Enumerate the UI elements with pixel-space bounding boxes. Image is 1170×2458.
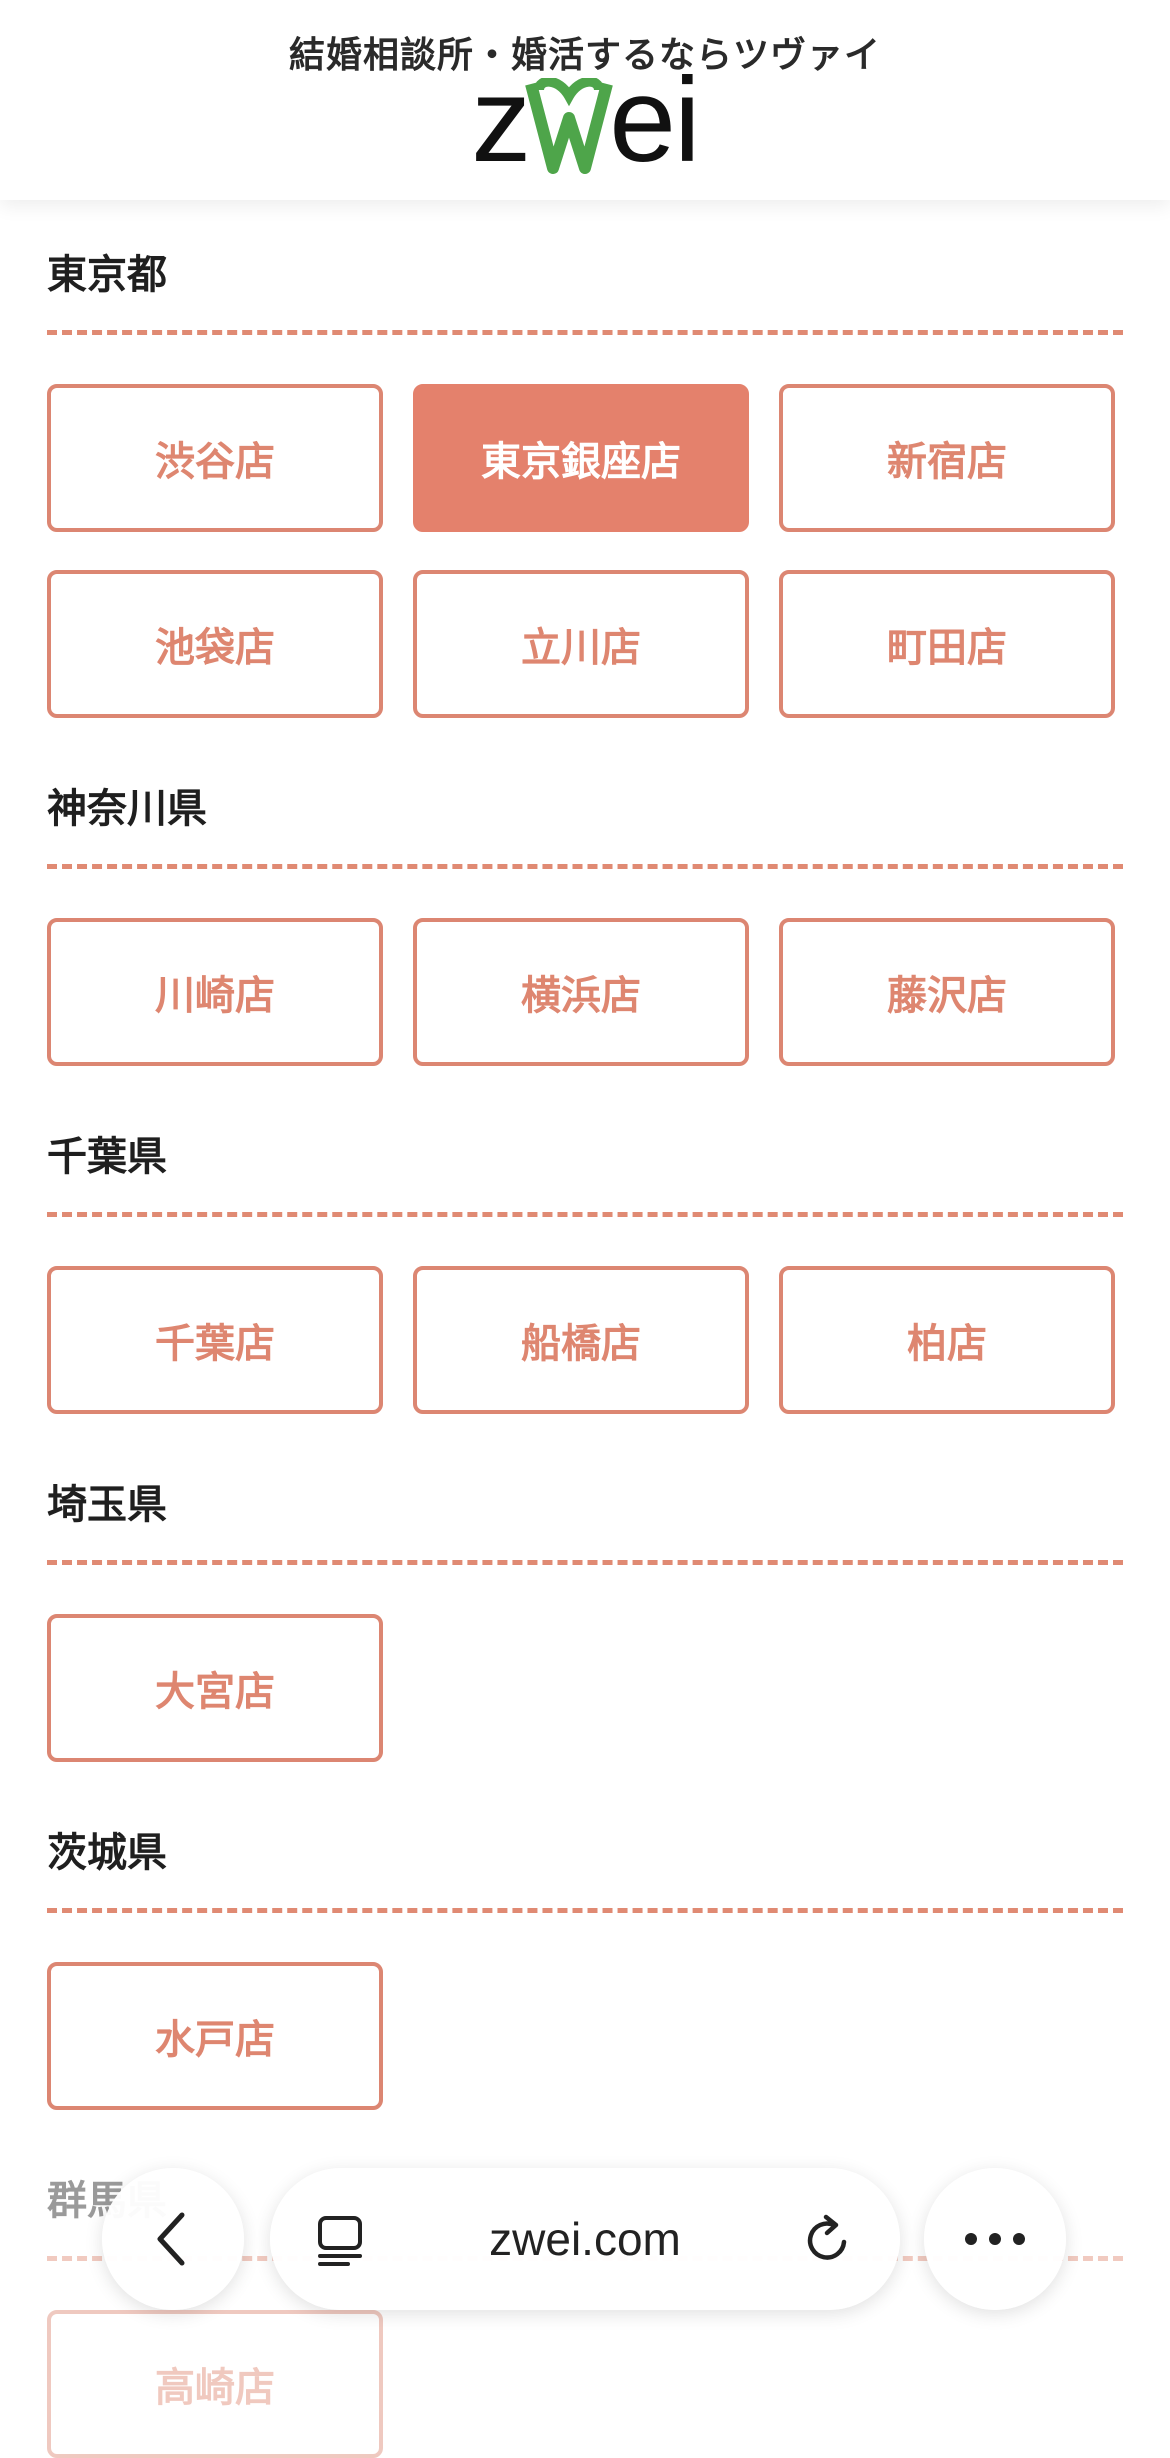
store-button-yokohama[interactable]: 横浜店: [413, 918, 749, 1066]
dashed-divider: [47, 1908, 1123, 1913]
store-button-shinjuku[interactable]: 新宿店: [779, 384, 1115, 532]
store-button-ikebukuro[interactable]: 池袋店: [47, 570, 383, 718]
section-title: 埼玉県: [47, 1482, 167, 1528]
browser-toolbar: zwei.com: [0, 2160, 1170, 2320]
store-button-tokyo-ginza[interactable]: 東京銀座店: [413, 384, 749, 532]
store-button-kashiwa[interactable]: 柏店: [779, 1266, 1115, 1414]
logo-letter-z: z: [471, 53, 531, 187]
store-button-takasaki[interactable]: 高崎店: [47, 2310, 383, 2458]
store-button-fujisawa[interactable]: 藤沢店: [779, 918, 1115, 1066]
store-button-shibuya[interactable]: 渋谷店: [47, 384, 383, 532]
store-button-funabashi[interactable]: 船橋店: [413, 1266, 749, 1414]
section-title: 東京都: [47, 252, 167, 298]
store-button-omiya[interactable]: 大宮店: [47, 1614, 383, 1762]
back-button[interactable]: [102, 2168, 244, 2310]
more-icon: [965, 2233, 1025, 2245]
store-button-machida[interactable]: 町田店: [779, 570, 1115, 718]
logo-letters-ei: ei: [609, 53, 700, 187]
dashed-divider: [47, 1212, 1123, 1217]
site-header: 結婚相談所・婚活するならツヴァイ z ei: [0, 0, 1170, 200]
dashed-divider: [47, 864, 1123, 869]
address-bar[interactable]: zwei.com: [270, 2168, 900, 2310]
store-button-kawasaki[interactable]: 川崎店: [47, 918, 383, 1066]
store-button-tachikawa[interactable]: 立川店: [413, 570, 749, 718]
section-title: 千葉県: [47, 1134, 167, 1180]
chevron-left-icon: [157, 2212, 185, 2266]
section-title: 神奈川県: [47, 786, 207, 832]
dashed-divider: [47, 330, 1123, 335]
zwei-logo[interactable]: z ei: [0, 60, 1170, 180]
heart-w-icon: [525, 78, 614, 174]
section-title: 茨城県: [47, 1830, 167, 1876]
store-button-chiba[interactable]: 千葉店: [47, 1266, 383, 1414]
store-button-mito[interactable]: 水戸店: [47, 1962, 383, 2110]
more-button[interactable]: [924, 2168, 1066, 2310]
dashed-divider: [47, 1560, 1123, 1565]
reload-icon[interactable]: [800, 2212, 856, 2268]
